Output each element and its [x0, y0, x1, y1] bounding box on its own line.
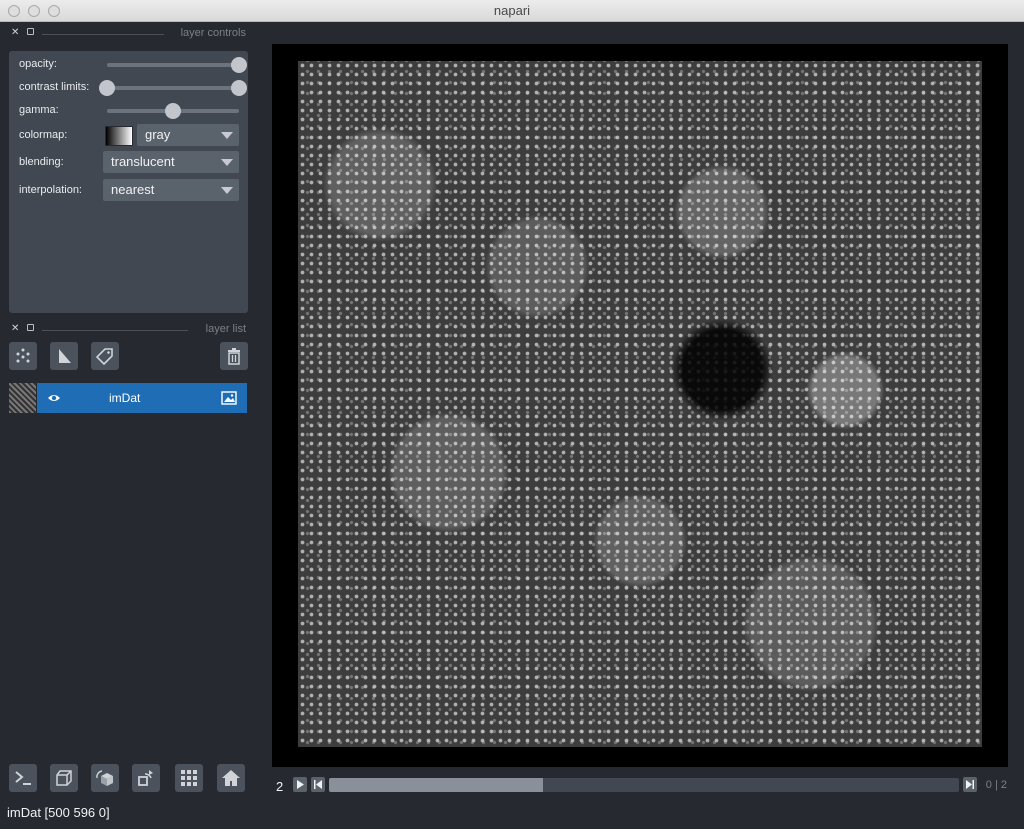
microscopy-image	[298, 61, 982, 747]
dims-slider-track[interactable]	[329, 778, 959, 792]
dims-axis-index: 2	[276, 779, 284, 794]
home-icon	[222, 770, 240, 786]
dims-slider-handle[interactable]	[329, 778, 544, 792]
close-dock-icon[interactable]: ✕	[11, 323, 19, 334]
new-points-icon	[16, 348, 30, 363]
image-layer-icon	[221, 391, 237, 410]
layer-list-dock-header: ✕ layer list	[8, 321, 248, 339]
dims-frame-readout: 0 | 2	[986, 779, 1007, 791]
interpolation-value: nearest	[111, 182, 155, 197]
step-back-icon	[314, 780, 322, 789]
colormap-preview	[105, 126, 133, 146]
float-dock-icon[interactable]	[27, 28, 34, 35]
visibility-eye-icon[interactable]	[47, 391, 61, 410]
blending-value: translucent	[111, 154, 175, 169]
contrast-limits-label: contrast limits:	[19, 81, 90, 93]
napari-app: ✕ layer controls opacity: contrast limit…	[0, 22, 1024, 829]
layer-controls-title: layer controls	[180, 27, 246, 39]
layer-list-title: layer list	[205, 323, 246, 335]
blending-select[interactable]: translucent	[103, 151, 239, 173]
interpolation-label: interpolation:	[19, 184, 82, 196]
gamma-slider[interactable]	[107, 103, 239, 119]
interpolation-select[interactable]: nearest	[103, 179, 239, 201]
colormap-select[interactable]: gray	[137, 124, 239, 146]
step-forward-icon	[966, 780, 974, 789]
opacity-slider-handle[interactable]	[231, 57, 247, 73]
chevron-down-icon	[221, 159, 233, 166]
contrast-limits-row: contrast limits:	[9, 75, 248, 99]
opacity-slider[interactable]	[107, 57, 247, 73]
chevron-down-icon	[221, 132, 233, 139]
opacity-row: opacity:	[9, 52, 248, 76]
divider	[42, 34, 164, 35]
blending-label: blending:	[19, 156, 64, 168]
contrast-min-handle[interactable]	[99, 80, 115, 96]
float-dock-icon[interactable]	[27, 324, 34, 331]
layer-controls-panel: opacity: contrast limits: gamma: colorma…	[9, 51, 248, 313]
dims-left-value: 0	[985, 779, 992, 791]
window-titlebar: napari	[0, 0, 1024, 22]
grid-view-button[interactable]	[175, 764, 203, 792]
contrast-limits-slider[interactable]	[99, 80, 247, 96]
new-shapes-icon	[59, 349, 71, 363]
dims-max-value: 2	[1000, 779, 1007, 791]
roll-dims-button[interactable]	[91, 764, 119, 792]
new-labels-layer-button[interactable]	[91, 342, 119, 370]
viewer-canvas[interactable]	[272, 44, 1008, 767]
play-icon	[297, 780, 304, 789]
layer-list-item[interactable]: imDat	[9, 383, 247, 413]
gamma-row: gamma:	[9, 98, 248, 122]
new-labels-icon	[96, 348, 113, 365]
console-button[interactable]	[9, 764, 37, 792]
ndisplay-toggle-button[interactable]	[50, 764, 78, 792]
colormap-row: colormap: gray	[9, 123, 248, 147]
contrast-max-handle[interactable]	[231, 80, 247, 96]
status-bar-text: imDat [500 596 0]	[7, 805, 110, 820]
transpose-icon	[138, 770, 153, 786]
interpolation-row: interpolation: nearest	[9, 178, 248, 202]
console-icon	[15, 771, 31, 785]
gamma-label: gamma:	[19, 104, 59, 116]
opacity-label: opacity:	[19, 58, 57, 70]
grid-icon	[181, 770, 197, 786]
gamma-slider-handle[interactable]	[165, 103, 181, 119]
play-button[interactable]	[293, 777, 307, 792]
ndisplay-3d-icon	[56, 770, 72, 786]
chevron-down-icon	[221, 187, 233, 194]
step-forward-button[interactable]	[963, 777, 977, 792]
layer-name[interactable]: imDat	[109, 391, 140, 405]
colormap-label: colormap:	[19, 129, 68, 141]
layer-thumbnail	[9, 383, 37, 413]
step-back-button[interactable]	[311, 777, 325, 792]
new-shapes-layer-button[interactable]	[50, 342, 78, 370]
blending-row: blending: translucent	[9, 150, 248, 174]
dims-slider-row: 2 0 | 2	[272, 774, 1008, 796]
close-dock-icon[interactable]: ✕	[11, 27, 19, 38]
new-points-layer-button[interactable]	[9, 342, 37, 370]
delete-icon	[228, 348, 240, 365]
window-title: napari	[493, 3, 531, 18]
layer-controls-dock-header: ✕ layer controls	[8, 25, 248, 43]
transpose-button[interactable]	[132, 764, 160, 792]
colormap-value: gray	[145, 127, 171, 142]
dims-separator: |	[994, 779, 998, 791]
roll-dims-icon	[96, 770, 113, 786]
home-button[interactable]	[217, 764, 245, 792]
divider	[42, 330, 188, 331]
delete-layer-button[interactable]	[220, 342, 248, 370]
